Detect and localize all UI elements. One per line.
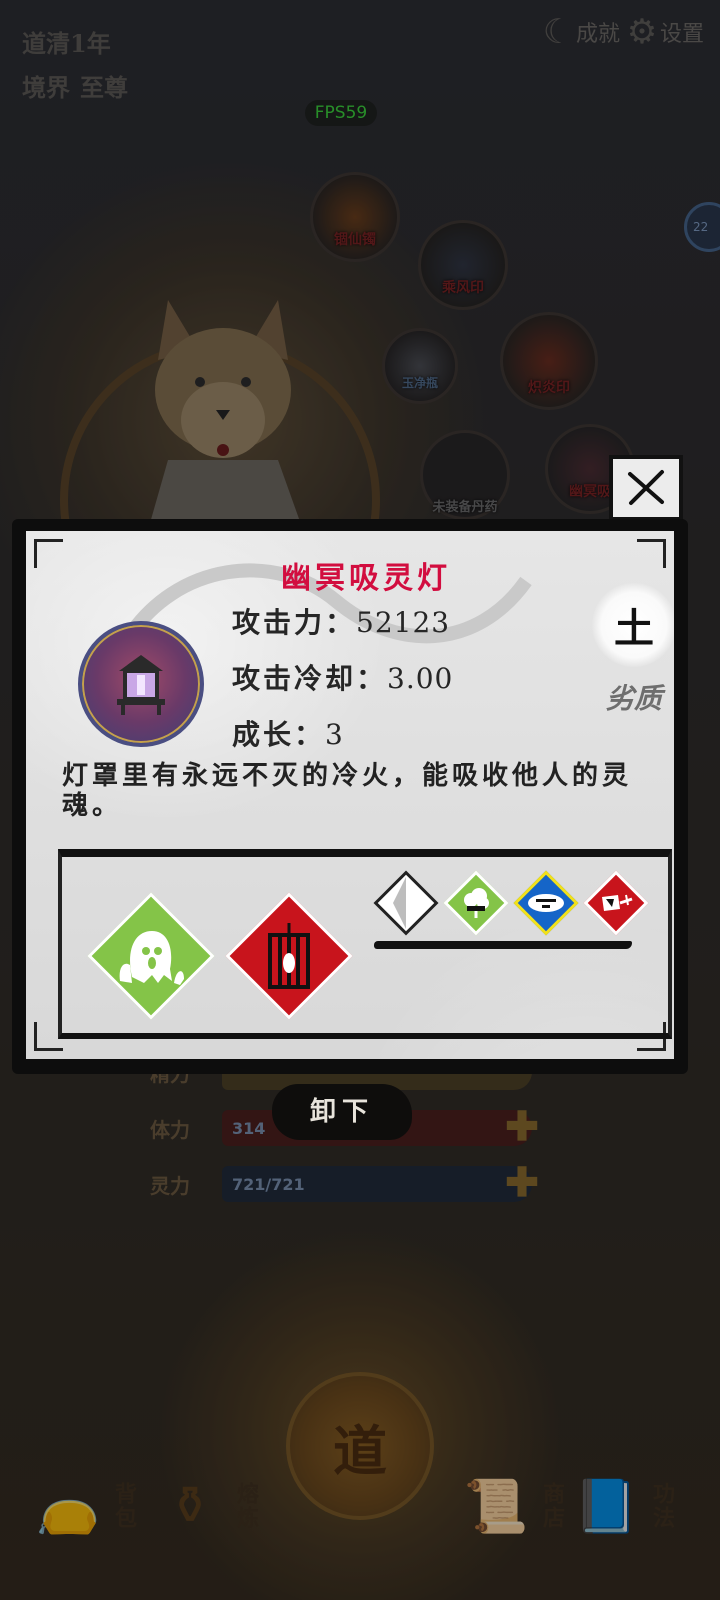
- item-detail-dialog: 幽冥吸灵灯 攻击力：52123 攻击冷却：3.00 成长：3 土 劣质 灯罩里有…: [12, 519, 688, 1074]
- settings-label: 设置: [660, 22, 705, 47]
- book-icon: 📘: [573, 1476, 639, 1537]
- attack-value: 52123: [356, 606, 451, 639]
- cooldown-value: 3.00: [387, 662, 454, 695]
- frame-corner: [637, 539, 666, 568]
- skill-ghost[interactable]: [87, 892, 215, 1020]
- add-spirit-button[interactable]: ✚: [504, 1163, 540, 1203]
- moon-icon: ☾: [542, 12, 574, 52]
- bag-icon: 👝: [35, 1476, 101, 1537]
- stab-icon: [584, 871, 648, 935]
- player-info: 道清1年 境界 至尊: [22, 22, 128, 110]
- stat-label: 体力: [150, 1117, 190, 1142]
- skills-panel: [58, 849, 672, 1039]
- slot-label: 炽炎印: [528, 380, 570, 396]
- nav-forge[interactable]: ⚱ 熔炼: [150, 1466, 294, 1546]
- nav-bag[interactable]: 👝 背包: [28, 1466, 172, 1546]
- slot-label: 幽冥吸: [569, 484, 611, 500]
- stat-label: 灵力: [150, 1173, 190, 1198]
- brush-stroke-divider: [374, 941, 632, 949]
- realm-row: 境界 至尊: [22, 66, 128, 110]
- equip-slot-elixir[interactable]: 未装备丹药: [420, 430, 510, 520]
- dao-main-button[interactable]: 道: [286, 1372, 434, 1520]
- stamina-value: 314: [232, 1118, 266, 1138]
- skill-eye-rune[interactable]: [513, 870, 579, 936]
- add-stamina-button[interactable]: ✚: [504, 1107, 540, 1147]
- cloud-burst-icon: [444, 871, 508, 935]
- eye-rune-icon: [514, 871, 578, 935]
- cage-icon: [226, 893, 352, 1019]
- nav-shop[interactable]: 📜 商店: [456, 1466, 600, 1546]
- slot-label: 锢仙镯: [334, 232, 376, 248]
- skill-cage[interactable]: [225, 892, 353, 1020]
- growth-label: 成长：: [232, 718, 326, 751]
- item-description: 灯罩里有永远不灭的冷火，能吸收他人的灵魂。: [62, 761, 633, 821]
- dao-time: 道清1年: [22, 29, 111, 58]
- close-icon: [628, 470, 664, 505]
- achievements-button[interactable]: ☾ 成就: [540, 12, 621, 52]
- equip-slot-flame-seal[interactable]: 炽炎印: [500, 312, 598, 410]
- realm-value: 至尊: [80, 73, 128, 102]
- skill-stab[interactable]: [583, 870, 649, 936]
- item-icon: [78, 621, 204, 747]
- settings-button[interactable]: ⚙ 设置: [624, 12, 705, 52]
- item-title: 幽冥吸灵灯: [281, 561, 451, 596]
- nav-label: 背包: [111, 1482, 137, 1530]
- growth-stat: 成长：3: [232, 713, 344, 753]
- attack-stat: 攻击力：52123: [232, 601, 450, 641]
- skill-cloud[interactable]: [443, 870, 509, 936]
- nav-skills[interactable]: 📘 功法: [566, 1466, 710, 1546]
- growth-value: 3: [325, 718, 344, 751]
- unequip-button[interactable]: 卸下: [272, 1084, 412, 1140]
- scroll-icon: 📜: [463, 1476, 529, 1537]
- equip-slot-seal[interactable]: 乘风印: [418, 220, 508, 310]
- quality-label: 劣质: [605, 682, 662, 715]
- cooldown-label: 攻击冷却：: [232, 662, 388, 695]
- cauldron-icon: ⚱: [168, 1476, 212, 1536]
- realm-label: 境界: [22, 73, 70, 102]
- close-button[interactable]: [609, 455, 683, 521]
- equip-slot-vase[interactable]: 玉净瓶: [382, 328, 458, 404]
- spirit-value: 721/721: [232, 1174, 305, 1194]
- ghost-icon: [88, 893, 214, 1019]
- slot-label: 未装备丹药: [432, 500, 498, 515]
- spirit-bar: 721/721: [222, 1166, 532, 1202]
- element-badge: 土: [592, 583, 674, 667]
- stat-row-spirit: 灵力 721/721 ✚: [150, 1163, 540, 1203]
- frame-corner: [34, 539, 63, 568]
- nav-label: 商店: [539, 1482, 565, 1530]
- fox-character-portrait: [148, 300, 303, 530]
- nav-label: 功法: [649, 1482, 675, 1530]
- achievements-label: 成就: [576, 22, 621, 47]
- fps-counter: FPS59: [305, 100, 377, 126]
- slot-label: 乘风印: [442, 280, 484, 296]
- nav-label: 熔炼: [233, 1482, 259, 1530]
- lantern-icon: [117, 655, 165, 715]
- equip-slot-bracelet[interactable]: 锢仙镯: [310, 172, 400, 262]
- side-badge[interactable]: 22: [684, 202, 720, 252]
- dialog-panel: 幽冥吸灵灯 攻击力：52123 攻击冷却：3.00 成长：3 土 劣质 灯罩里有…: [26, 531, 674, 1059]
- skill-split[interactable]: [373, 870, 439, 936]
- gear-icon: ⚙: [626, 12, 658, 52]
- slot-label: 玉净瓶: [401, 376, 438, 390]
- attack-label: 攻击力：: [232, 606, 357, 639]
- split-diamond-icon: [374, 871, 438, 935]
- cooldown-stat: 攻击冷却：3.00: [232, 657, 453, 697]
